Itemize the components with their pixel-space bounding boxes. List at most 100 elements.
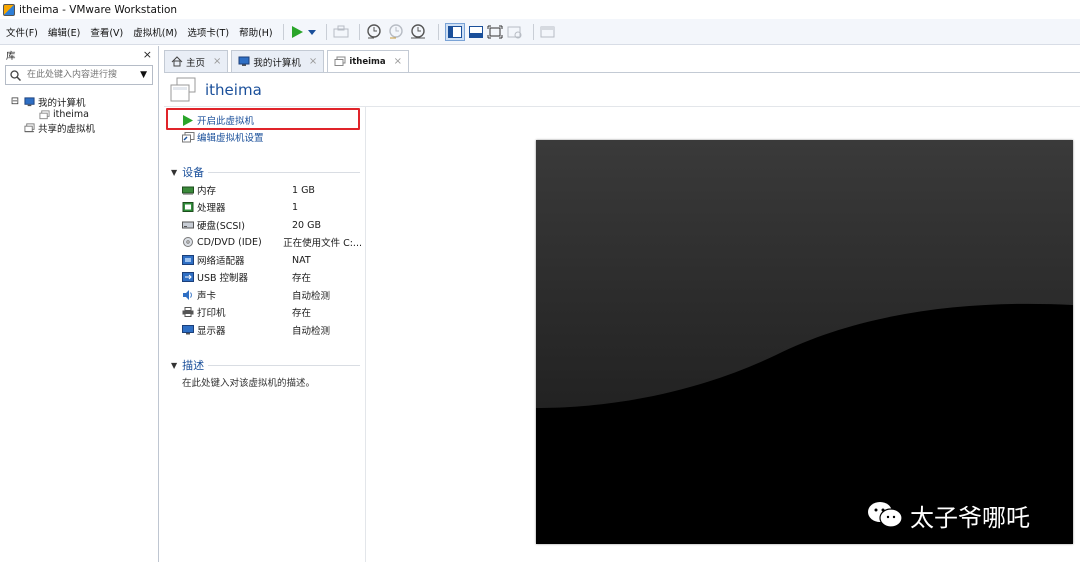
display-icon [182, 325, 194, 335]
tree-item-shared-vms[interactable]: 共享的虚拟机 [10, 121, 158, 135]
device-row[interactable]: 显示器 自动检测 [182, 323, 362, 337]
device-value: 正在使用文件 C:... [283, 238, 362, 249]
collapse-triangle-icon[interactable]: ▼ [171, 361, 177, 370]
snapshot-manager-icon [410, 23, 425, 38]
computer-icon [24, 96, 35, 106]
menu-view[interactable]: 查看(V) [90, 25, 123, 39]
device-value: 20 GB [292, 219, 321, 231]
device-value: 1 GB [292, 184, 315, 196]
snapshot-manager-button[interactable] [410, 23, 428, 41]
vm-icon [334, 56, 346, 66]
revert-snapshot-icon [388, 23, 403, 38]
show-library-button[interactable] [444, 22, 465, 41]
unity-icon [507, 26, 522, 38]
menu-tabs[interactable]: 选项卡(T) [187, 25, 229, 39]
memory-icon [182, 186, 194, 195]
section-divider [208, 172, 360, 173]
chevron-down-icon [307, 29, 316, 35]
watermark: 太子爷哪吒 [866, 497, 1030, 533]
device-value: 自动检测 [292, 291, 331, 302]
toolbar-separator [437, 23, 439, 40]
tab-home-label: 主页 [186, 57, 206, 69]
tree-label-my-computer: 我的计算机 [38, 97, 86, 109]
menu-toolbar: 文件(F) 编辑(E) 查看(V) 虚拟机(M) 选项卡(T) 帮助(H) [0, 19, 1080, 45]
device-name: 内存 [197, 186, 217, 197]
toolbar-separator [325, 23, 327, 40]
vm-large-icon [170, 77, 196, 101]
menu-help[interactable]: 帮助(H) [239, 25, 273, 39]
home-icon [171, 56, 183, 67]
power-on-vm-link[interactable]: 开启此虚拟机 [182, 113, 254, 127]
device-value: 存在 [292, 273, 312, 284]
collapse-icon[interactable]: ⊟ [10, 97, 20, 107]
processor-icon [182, 202, 194, 212]
tab-my-computer-label: 我的计算机 [253, 57, 301, 69]
toolbar-separator [358, 23, 360, 40]
fullscreen-button[interactable] [487, 23, 503, 41]
power-dropdown-button[interactable] [307, 23, 316, 41]
device-row[interactable]: 硬盘(SCSI) 20 GB [182, 218, 362, 232]
library-panel: 库 × ▼ ⊟ 我的计算机 itheima 共享的虚拟机 [0, 46, 159, 562]
devices-section-header[interactable]: ▼ 设备 [171, 165, 204, 179]
collapse-triangle-icon[interactable]: ▼ [171, 168, 177, 177]
toolbar-separator [532, 23, 534, 40]
search-icon [10, 69, 21, 81]
device-row[interactable]: 内存 1 GB [182, 183, 362, 197]
tab-home[interactable]: 主页 × [164, 50, 229, 72]
usb-icon [182, 272, 194, 282]
edit-vm-settings-link[interactable]: 编辑虚拟机设置 [182, 130, 264, 144]
play-icon [291, 25, 303, 38]
menu-vm[interactable]: 虚拟机(M) [133, 25, 177, 39]
cd-dvd-icon [183, 237, 193, 247]
device-row[interactable]: 网络适配器 NAT [182, 253, 362, 267]
device-name: 硬盘(SCSI) [197, 221, 245, 232]
console-view-button[interactable] [540, 23, 556, 41]
vm-details-panel: 开启此虚拟机 编辑虚拟机设置 ▼ 设备 内存 1 GB 处理器 1 硬盘(SCS… [164, 107, 366, 562]
device-value: 1 [292, 201, 299, 213]
library-search-box[interactable]: ▼ [5, 65, 153, 85]
device-row[interactable]: USB 控制器 存在 [182, 270, 362, 284]
power-on-button[interactable] [290, 23, 304, 41]
window-title: itheima - VMware Workstation [19, 3, 178, 16]
device-name: 声卡 [197, 291, 217, 302]
tree-item-vm-itheima[interactable]: itheima [10, 108, 158, 121]
tab-my-computer[interactable]: 我的计算机 × [231, 50, 325, 72]
device-row[interactable]: 处理器 1 [182, 200, 362, 214]
device-name: 处理器 [197, 203, 226, 214]
search-dropdown-icon[interactable]: ▼ [140, 70, 147, 80]
thumbnail-bar-button[interactable] [468, 23, 483, 41]
tree-label-vm: itheima [53, 109, 89, 120]
tree-label-shared: 共享的虚拟机 [38, 123, 96, 135]
take-snapshot-button[interactable] [366, 23, 384, 41]
hard-disk-icon [182, 221, 194, 229]
vm-header: itheima [164, 73, 1080, 107]
device-row[interactable]: CD/DVD (IDE) 正在使用文件 C:... [182, 235, 362, 249]
vmware-app-icon [3, 3, 15, 16]
computer-icon [238, 56, 250, 66]
description-placeholder[interactable]: 在此处键入对该虚拟机的描述。 [182, 375, 315, 389]
devices-title: 设备 [182, 166, 205, 179]
device-row[interactable]: 打印机 存在 [182, 305, 362, 319]
library-header: 库 × [0, 46, 158, 63]
send-ctrl-alt-del-button[interactable] [333, 23, 349, 41]
wechat-icon [868, 502, 903, 528]
tab-itheima-close-button[interactable]: × [394, 56, 402, 67]
tab-home-close-button[interactable]: × [213, 56, 221, 67]
keyboard-icon [333, 25, 349, 37]
sound-card-icon [183, 290, 192, 300]
play-icon [183, 114, 193, 126]
revert-snapshot-button[interactable] [388, 23, 406, 41]
tree-item-my-computer[interactable]: ⊟ 我的计算机 [10, 95, 158, 109]
unity-button[interactable] [507, 23, 523, 41]
vm-preview-screen[interactable] [536, 140, 1073, 544]
library-close-button[interactable]: × [143, 48, 152, 61]
device-row[interactable]: 声卡 自动检测 [182, 288, 362, 302]
watermark-text: 太子爷哪吒 [910, 503, 1030, 532]
library-search-input[interactable] [25, 69, 135, 81]
menu-file[interactable]: 文件(F) [6, 25, 38, 39]
tab-my-computer-close-button[interactable]: × [309, 56, 317, 67]
device-name: 打印机 [197, 308, 226, 319]
menu-edit[interactable]: 编辑(E) [48, 25, 80, 39]
description-section-header[interactable]: ▼ 描述 [171, 358, 204, 372]
tab-itheima[interactable]: itheima × [327, 50, 410, 72]
